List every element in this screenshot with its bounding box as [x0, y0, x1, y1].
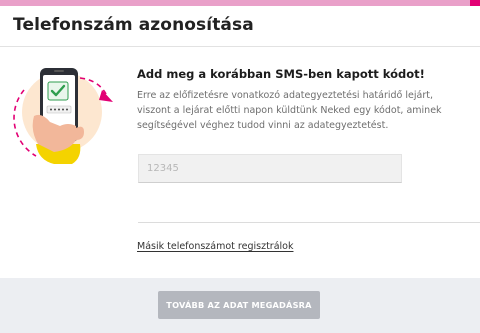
register-other-number-link[interactable]: Másik telefonszámot regisztrálok: [137, 241, 293, 252]
top-accent-bar: [0, 0, 480, 6]
content-divider: [138, 222, 480, 223]
instruction-description: Erre az előfizetésre vonatkozó adategyez…: [137, 90, 442, 131]
continue-to-data-entry-button[interactable]: TOVÁBB AZ ADAT MEGADÁSRA: [158, 291, 320, 319]
arrow-head-icon: [99, 90, 113, 102]
title-divider: [0, 46, 480, 47]
page-title: Telefonszám azonosítása: [13, 15, 254, 35]
top-accent-bar-tab: [470, 0, 480, 6]
phone-verification-illustration: [13, 68, 113, 164]
instruction-heading: Add meg a korábban SMS-ben kapott kódot!: [137, 67, 425, 81]
sms-code-input[interactable]: [138, 154, 402, 183]
phone-speaker-icon: [54, 70, 64, 72]
